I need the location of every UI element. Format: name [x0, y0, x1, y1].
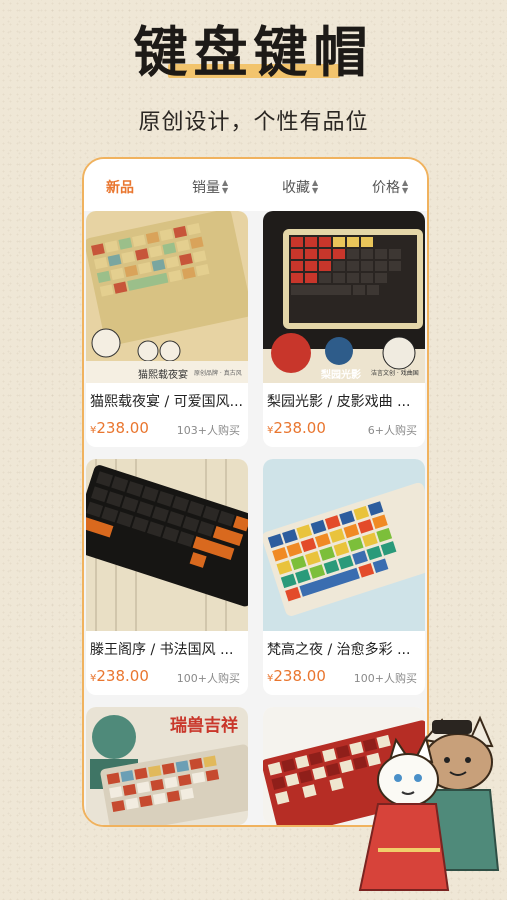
- product-banner: 梨园光影: [321, 370, 361, 381]
- cat-mascot-illustration: [358, 715, 500, 891]
- product-card[interactable]: 梵高之夜 / 治愈多彩 ... ¥238.00 100+人购买: [263, 459, 425, 695]
- product-card[interactable]: 梨园光影 洁言文创 · 戏曲国 梨园光影 / 皮影戏曲 ... ¥238.00 …: [263, 211, 425, 447]
- product-image: [86, 211, 248, 383]
- page-title: 键盘键帽: [133, 21, 374, 84]
- tab-favorites-label: 收藏: [282, 180, 310, 196]
- price-value: 238.00: [273, 667, 326, 685]
- price-value: 238.00: [273, 419, 326, 437]
- sort-tab-bar: 新品 销量 ▲ ▼ 收藏 ▲ ▼ 价格 ▲ ▼: [84, 159, 427, 211]
- sort-icon: ▲ ▼: [402, 178, 409, 195]
- tab-new-label: 新品: [106, 180, 134, 196]
- sold-count: 6+人购买: [367, 424, 417, 437]
- tab-favorites[interactable]: 收藏 ▲ ▼: [282, 177, 318, 197]
- product-tag: 洁言文创 · 戏曲国: [371, 370, 419, 377]
- sold-count: 100+人购买: [353, 672, 417, 685]
- tab-price[interactable]: 价格 ▲ ▼: [372, 177, 408, 197]
- product-banner: 瑞兽吉祥: [170, 716, 238, 736]
- product-price: ¥238.00: [90, 419, 149, 437]
- tab-sales[interactable]: 销量 ▲ ▼: [192, 177, 228, 197]
- product-title: 梵高之夜 / 治愈多彩 ...: [267, 642, 411, 658]
- product-title: 滕王阁序 / 书法国风 ...: [90, 642, 234, 658]
- product-price: ¥238.00: [90, 667, 149, 685]
- product-image: [86, 459, 248, 631]
- price-value: 238.00: [96, 419, 149, 437]
- product-tag: 原创品牌 · 真古风: [194, 370, 242, 377]
- tab-price-label: 价格: [372, 180, 400, 196]
- product-title: 梨园光影 / 皮影戏曲 ...: [267, 394, 411, 410]
- tab-new[interactable]: 新品: [106, 177, 134, 197]
- sort-icon: ▲ ▼: [222, 178, 229, 195]
- price-value: 238.00: [96, 667, 149, 685]
- product-image: [263, 211, 425, 383]
- product-card[interactable]: 滕王阁序 / 书法国风 ... ¥238.00 100+人购买: [86, 459, 248, 695]
- product-price: ¥238.00: [267, 667, 326, 685]
- product-title: 猫熙载夜宴 / 可爱国风...: [90, 394, 243, 410]
- product-card[interactable]: 猫熙载夜宴 原创品牌 · 真古风 猫熙载夜宴 / 可爱国风... ¥238.00…: [86, 211, 248, 447]
- product-image: [263, 459, 425, 631]
- sold-count: 103+人购买: [176, 424, 240, 437]
- product-price: ¥238.00: [267, 419, 326, 437]
- page-subtitle: 原创设计，个性有品位: [138, 110, 369, 135]
- sort-icon: ▲ ▼: [312, 178, 319, 195]
- product-card[interactable]: 瑞兽吉祥: [86, 707, 248, 825]
- tab-sales-label: 销量: [192, 180, 220, 196]
- sold-count: 100+人购买: [176, 672, 240, 685]
- product-banner: 猫熙载夜宴: [138, 370, 188, 381]
